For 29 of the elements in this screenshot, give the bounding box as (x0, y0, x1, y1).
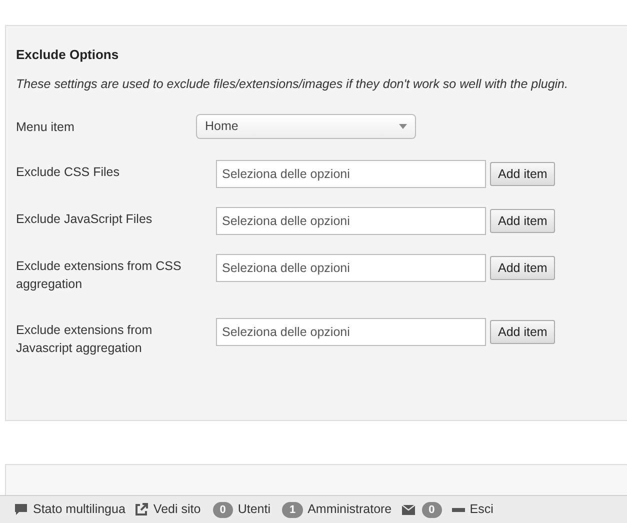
section-description: These settings are used to exclude files/extensions/images if they don't work so well with the plugin. (16, 76, 569, 93)
field-label: Exclude CSS Files (16, 164, 121, 181)
external-link-icon (135, 503, 148, 516)
toolbar-link[interactable]: Esci (470, 500, 494, 519)
speech-bubble-icon (14, 502, 28, 516)
field-label: Exclude extensions from CSS aggregation (16, 258, 182, 293)
field-label: Exclude extensions from Javascript aggregation (16, 322, 154, 357)
toolbar-link[interactable]: Utenti (238, 500, 270, 519)
add-item-button[interactable]: Add item (490, 320, 556, 344)
input-field[interactable]: Seleziona delle opzioni (216, 160, 486, 188)
input-field[interactable]: Seleziona delle opzioni (216, 318, 486, 346)
envelope-icon (402, 504, 415, 514)
field-label: Exclude JavaScript Files (16, 211, 154, 228)
input-field[interactable]: Seleziona delle opzioni (216, 207, 486, 235)
menu-item-dropdown[interactable]: Home (196, 114, 416, 139)
section-title: Exclude Options (16, 46, 120, 64)
field-label: Menu item (16, 119, 76, 136)
count-badge: 0 (422, 502, 442, 518)
toolbar-link[interactable]: Amministratore (308, 500, 392, 519)
count-badge: 1 (282, 502, 303, 518)
toolbar-link[interactable]: Vedi sito (153, 500, 201, 519)
dropdown-caret-icon (399, 124, 407, 129)
count-badge: 0 (212, 502, 233, 518)
add-item-button[interactable]: Add item (490, 162, 556, 186)
add-item-button[interactable]: Add item (490, 256, 556, 280)
toolbar-link[interactable]: Stato multilingua (33, 500, 126, 519)
add-item-button[interactable]: Add item (490, 209, 556, 233)
minus-icon (452, 508, 465, 512)
input-field[interactable]: Seleziona delle opzioni (216, 254, 486, 282)
